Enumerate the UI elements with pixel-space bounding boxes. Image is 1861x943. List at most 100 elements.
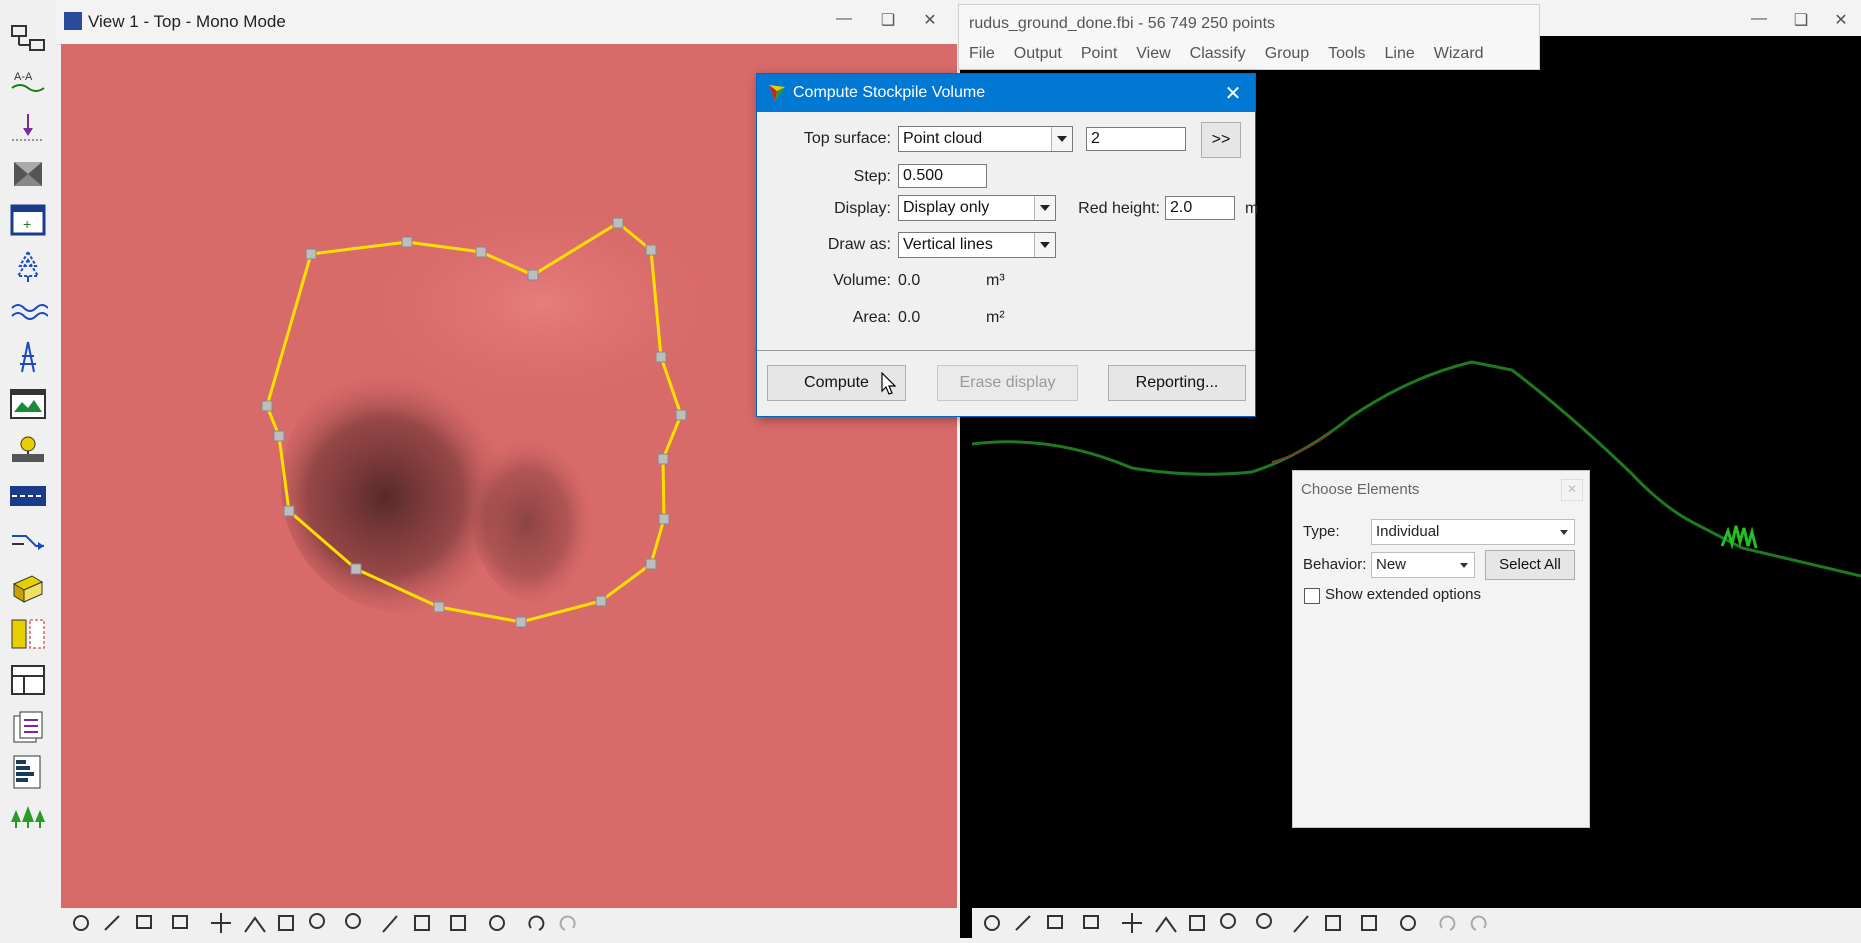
road-icon[interactable] (8, 478, 48, 514)
boundary-vertex-handle[interactable] (273, 430, 285, 442)
boundary-vertex-handle[interactable] (475, 246, 487, 258)
fit-all-icon[interactable] (1361, 915, 1377, 931)
top-surface-select[interactable]: Point cloud (898, 126, 1073, 152)
layout-icon[interactable] (8, 662, 48, 698)
gear-icon[interactable] (984, 915, 1000, 931)
mountain-icon[interactable] (1155, 916, 1177, 933)
menu-tools[interactable]: Tools (1328, 45, 1373, 63)
undo-icon[interactable] (1439, 915, 1456, 931)
menu-classify[interactable]: Classify (1190, 45, 1254, 63)
behavior-select[interactable]: New (1371, 552, 1475, 578)
dialog-close-icon[interactable]: ✕ (1219, 81, 1247, 105)
show-extended-checkbox[interactable] (1304, 588, 1320, 604)
settings-icon[interactable] (1400, 915, 1416, 931)
menu-point[interactable]: Point (1081, 45, 1125, 63)
mountain-icon[interactable] (244, 916, 266, 933)
split-view-icon[interactable] (8, 616, 48, 652)
redo-icon[interactable] (1470, 915, 1487, 931)
class-input[interactable]: 2 (1086, 127, 1186, 151)
boundary-vertex-handle[interactable] (655, 351, 667, 363)
fit-icon[interactable] (382, 915, 398, 933)
move-icon[interactable] (211, 913, 231, 933)
zoom-in-icon[interactable] (309, 913, 325, 929)
forest-icon[interactable] (8, 800, 48, 836)
menu-line[interactable]: Line (1385, 45, 1423, 63)
point-drop-icon[interactable] (8, 110, 48, 146)
image-view-icon[interactable] (8, 386, 48, 422)
boundary-vertex-handle[interactable] (657, 453, 669, 465)
menu-group[interactable]: Group (1265, 45, 1317, 63)
boundary-vertex-handle[interactable] (612, 217, 624, 229)
boundary-vertex-handle[interactable] (305, 248, 317, 260)
boundary-vertex-handle[interactable] (261, 400, 273, 412)
right-close-button[interactable]: ✕ (1824, 10, 1858, 32)
menu-wizard[interactable]: Wizard (1434, 45, 1492, 63)
boundary-vertex-handle[interactable] (515, 616, 527, 628)
area-label: Area: (852, 309, 891, 326)
move-icon[interactable] (1122, 913, 1142, 933)
crop-icon[interactable] (278, 915, 294, 931)
brush-icon[interactable] (104, 915, 120, 931)
zoom-out-icon[interactable] (345, 913, 361, 929)
light-bulb-icon[interactable] (8, 432, 48, 468)
menu-file[interactable]: File (969, 45, 1003, 63)
undo-icon[interactable] (528, 915, 545, 931)
frame-icon[interactable] (414, 915, 430, 931)
step-input[interactable]: 0.500 (898, 164, 987, 188)
settings-icon[interactable] (489, 915, 505, 931)
line-arrow-icon[interactable] (8, 524, 48, 560)
boundary-vertex-handle[interactable] (433, 601, 445, 613)
brush-icon[interactable] (1015, 915, 1031, 931)
histogram-icon[interactable] (8, 754, 48, 790)
svg-text:A-A: A-A (14, 71, 33, 83)
zoom-out-icon[interactable] (1256, 913, 1272, 929)
boundary-vertex-handle[interactable] (401, 236, 413, 248)
erase-display-button[interactable]: Erase display (937, 365, 1078, 401)
more-button[interactable]: >> (1201, 122, 1241, 158)
right-maximize-button[interactable]: ❑ (1784, 10, 1818, 32)
close-button[interactable]: ✕ (913, 10, 947, 32)
building-icon[interactable] (8, 570, 48, 606)
add-frame-icon[interactable]: + (8, 202, 48, 238)
copy-icon[interactable] (1047, 915, 1063, 929)
menu-view[interactable]: View (1136, 45, 1178, 63)
draw-as-select[interactable]: Vertical lines (898, 232, 1056, 258)
boundary-vertex-handle[interactable] (350, 563, 362, 575)
maximize-button[interactable]: ❑ (871, 10, 905, 32)
menu-output[interactable]: Output (1014, 45, 1070, 63)
red-height-input[interactable]: 2.0 (1165, 196, 1235, 220)
boundary-vertex-handle[interactable] (527, 269, 539, 281)
dialog-titlebar[interactable]: Compute Stockpile Volume ✕ (757, 74, 1255, 112)
boundary-vertex-handle[interactable] (595, 595, 607, 607)
view1-titlebar[interactable]: View 1 - Top - Mono Mode — ❑ ✕ (57, 0, 957, 45)
type-select[interactable]: Individual (1371, 519, 1575, 545)
redo-icon[interactable] (559, 915, 576, 931)
boundary-vertex-handle[interactable] (675, 409, 687, 421)
network-icon[interactable] (8, 20, 48, 56)
boundary-vertex-handle[interactable] (645, 244, 657, 256)
choose-close-icon[interactable]: ✕ (1561, 479, 1583, 501)
boundary-vertex-handle[interactable] (283, 505, 295, 517)
reporting-button[interactable]: Reporting... (1108, 365, 1246, 401)
tree-icon[interactable] (8, 248, 48, 284)
section-icon[interactable]: A-A (8, 64, 48, 100)
copy2-icon[interactable] (172, 915, 188, 929)
copy-icon[interactable] (136, 915, 152, 929)
select-all-button[interactable]: Select All (1485, 550, 1575, 580)
copy2-icon[interactable] (1083, 915, 1099, 929)
envelope-icon[interactable] (8, 156, 48, 192)
wave-icon[interactable] (8, 294, 48, 330)
fit-icon[interactable] (1293, 915, 1309, 933)
zoom-in-icon[interactable] (1220, 913, 1236, 929)
minimize-button[interactable]: — (827, 10, 861, 32)
gear-icon[interactable] (73, 915, 89, 931)
document-icon[interactable] (8, 708, 48, 744)
boundary-vertex-handle[interactable] (645, 558, 657, 570)
crop-icon[interactable] (1189, 915, 1205, 931)
display-select[interactable]: Display only (898, 195, 1056, 221)
fit-all-icon[interactable] (450, 915, 466, 931)
boundary-vertex-handle[interactable] (658, 513, 670, 525)
tower-icon[interactable] (8, 340, 48, 376)
frame-icon[interactable] (1325, 915, 1341, 931)
right-minimize-button[interactable]: — (1742, 10, 1776, 32)
